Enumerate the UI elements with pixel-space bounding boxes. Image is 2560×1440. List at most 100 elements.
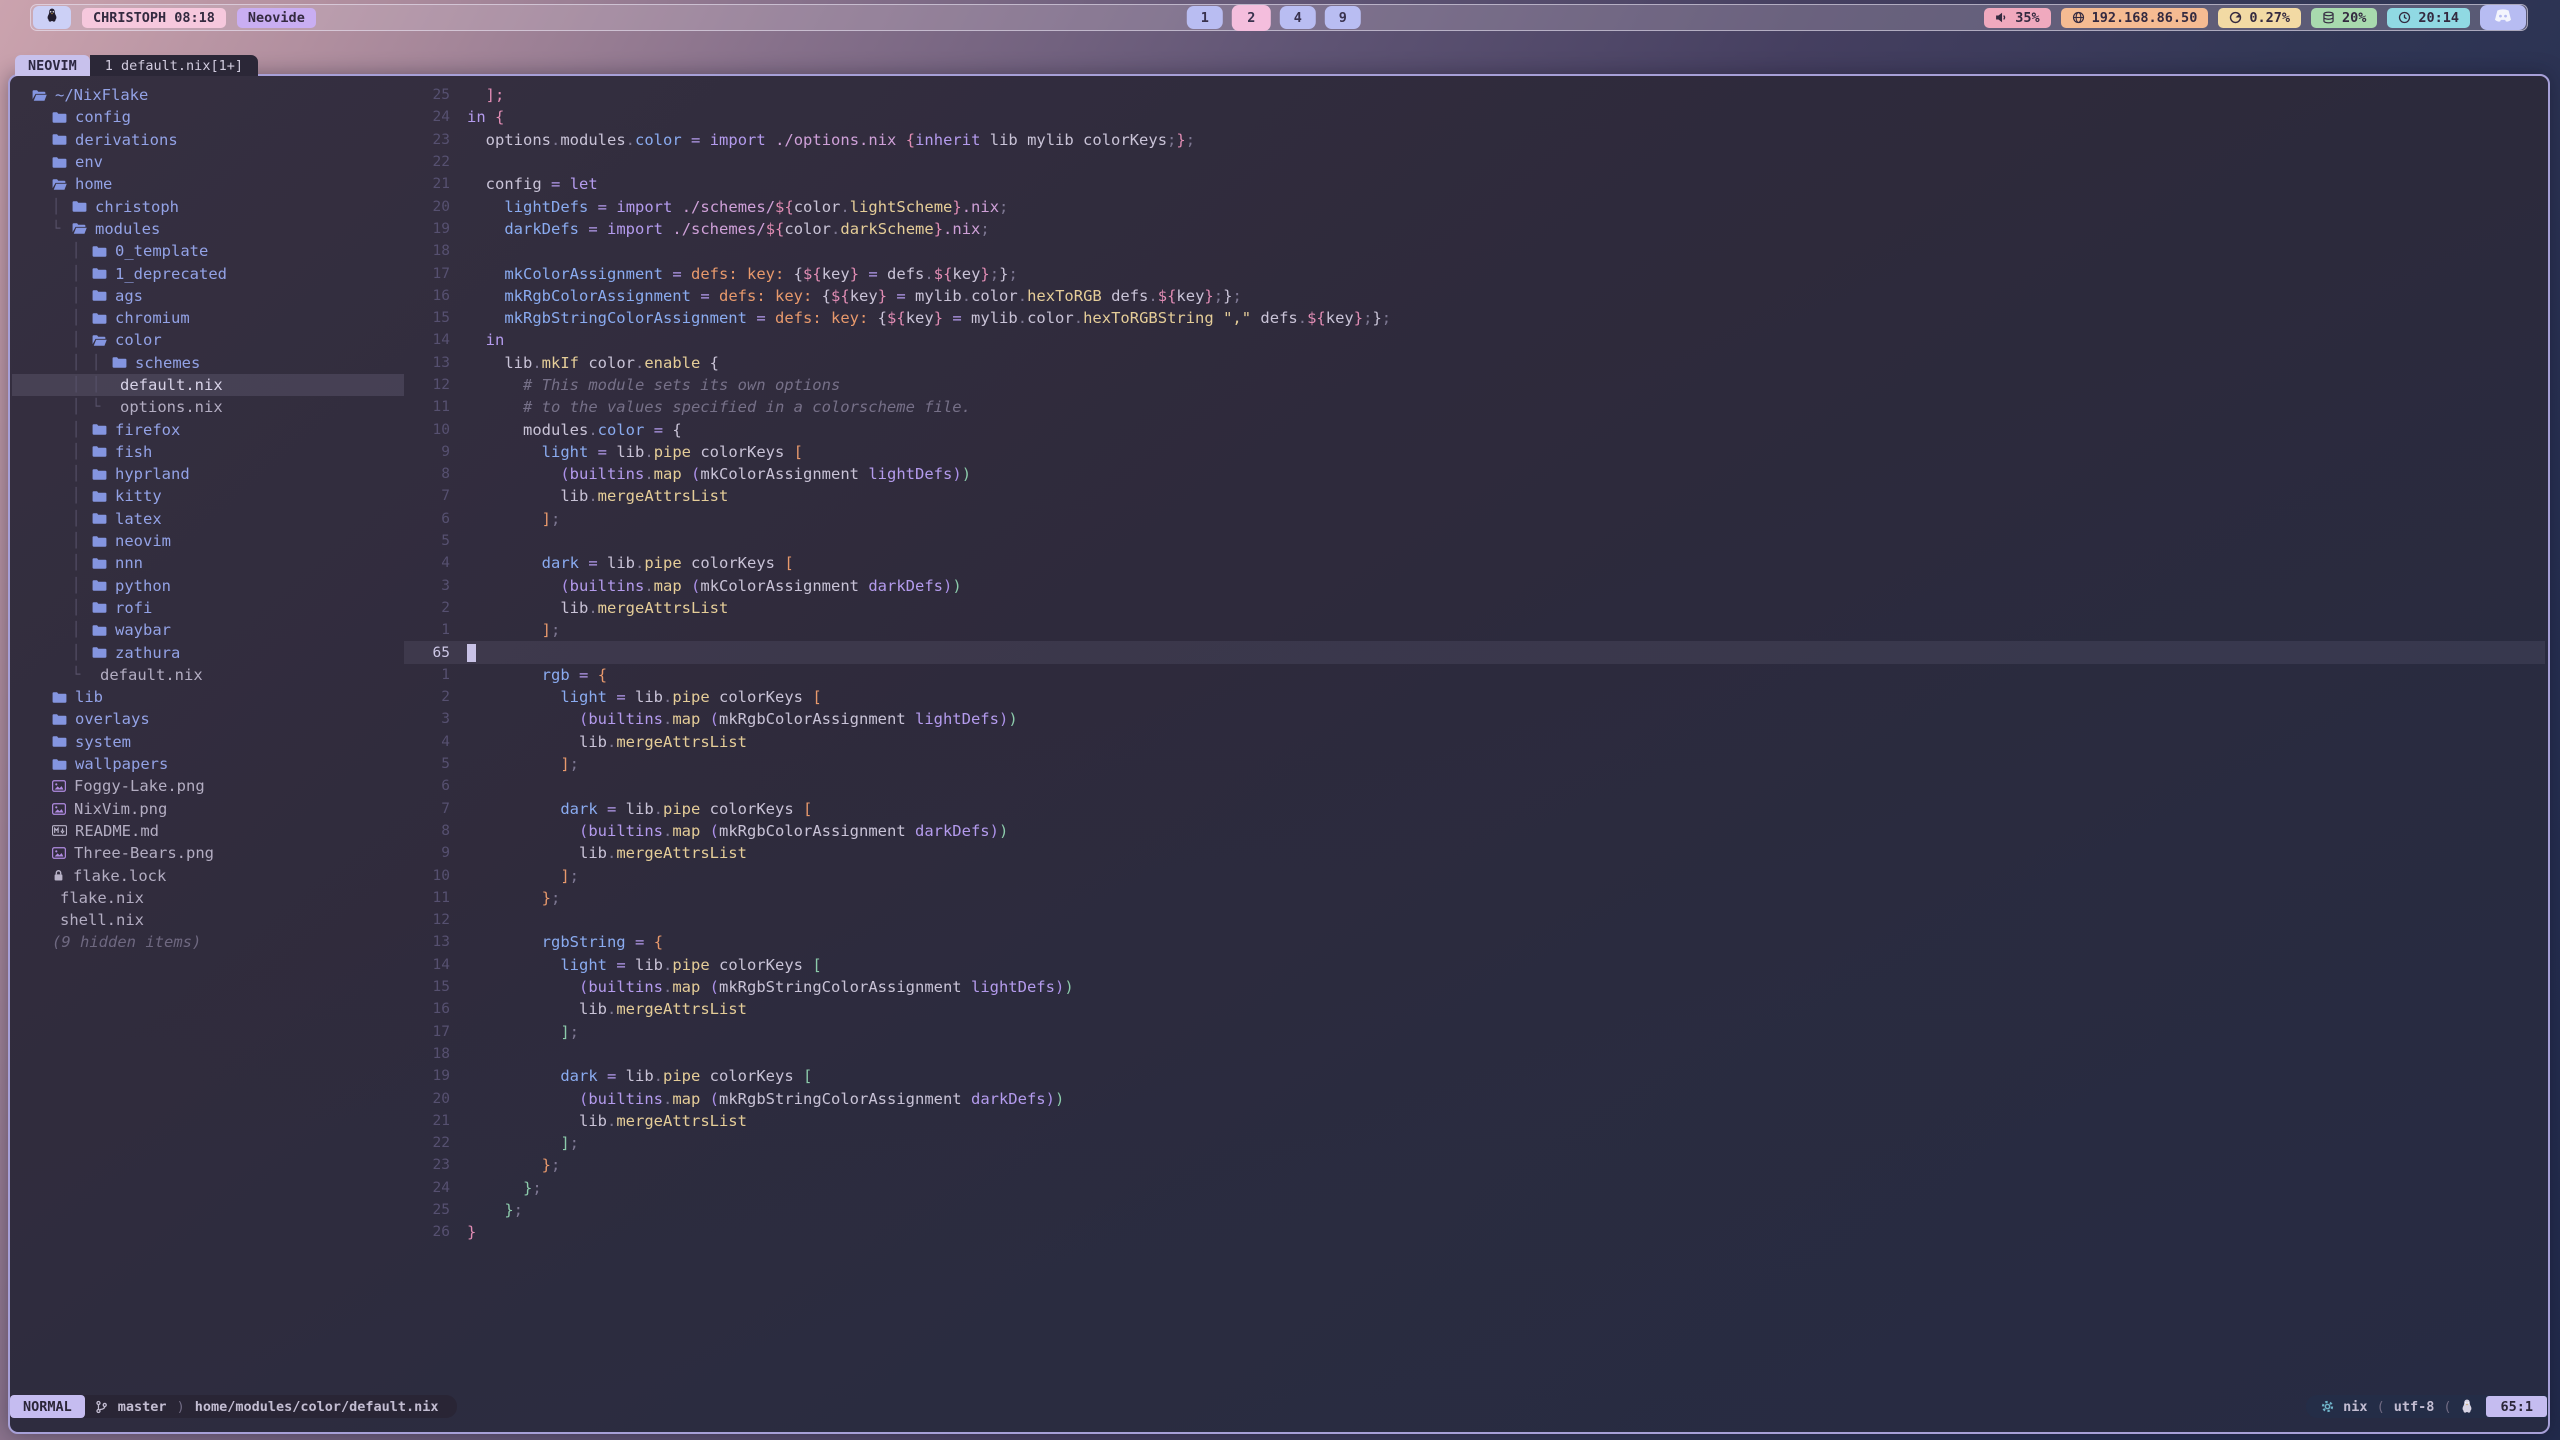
tree-item-Three-Bears.png[interactable]: Three-Bears.png [12, 842, 404, 864]
code-line[interactable]: 11 # to the values specified in a colors… [404, 396, 2545, 418]
code-line[interactable]: 1 rgb = { [404, 664, 2545, 686]
cpu-module[interactable]: 0.27% [2218, 8, 2301, 28]
tree-item-README.md[interactable]: README.md [12, 820, 404, 842]
tree-item-ags[interactable]: │ags [12, 285, 404, 307]
code-line[interactable]: 21 lib.mergeAttrsList [404, 1110, 2545, 1132]
discord-tray-button[interactable] [2480, 5, 2526, 30]
code-line[interactable]: 11 }; [404, 887, 2545, 909]
tree-item-chromium[interactable]: │chromium [12, 307, 404, 329]
tree-item-fish[interactable]: │fish [12, 441, 404, 463]
code-line[interactable]: 19 darkDefs = import ./schemes/${color.d… [404, 218, 2545, 240]
code-line[interactable]: 10 modules.color = { [404, 418, 2545, 440]
workspace-button-9[interactable]: 9 [1325, 6, 1361, 29]
tree-item-neovim[interactable]: │neovim [12, 530, 404, 552]
code-line[interactable]: 22 ]; [404, 1132, 2545, 1154]
code-line[interactable]: 18 [404, 240, 2545, 262]
code-line[interactable]: 20 (builtins.map (mkRgbStringColorAssign… [404, 1087, 2545, 1109]
tree-item-1_deprecated[interactable]: │1_deprecated [12, 262, 404, 284]
tree-item-system[interactable]: system [12, 731, 404, 753]
code-line[interactable]: 12 [404, 909, 2545, 931]
tree-item-Foggy-Lake.png[interactable]: Foggy-Lake.png [12, 775, 404, 797]
code-line[interactable]: 6 ]; [404, 508, 2545, 530]
tree-item-overlays[interactable]: overlays [12, 708, 404, 730]
code-line[interactable]: 23 }; [404, 1154, 2545, 1176]
tree-item-wallpapers[interactable]: wallpapers [12, 753, 404, 775]
volume-module[interactable]: 35% [1984, 8, 2050, 28]
code-line[interactable]: 3 (builtins.map (mkRgbColorAssignment li… [404, 708, 2545, 730]
code-line[interactable]: 24in { [404, 106, 2545, 128]
network-module[interactable]: 192.168.86.50 [2061, 8, 2209, 28]
code-line[interactable]: 18 [404, 1043, 2545, 1065]
code-line[interactable]: 13 lib.mkIf color.enable { [404, 352, 2545, 374]
tree-item-latex[interactable]: │latex [12, 508, 404, 530]
code-line[interactable]: 9 lib.mergeAttrsList [404, 842, 2545, 864]
workspace-button-4[interactable]: 4 [1280, 6, 1316, 29]
tree-item-firefox[interactable]: │firefox [12, 418, 404, 440]
tree-item-home[interactable]: home [12, 173, 404, 195]
code-line[interactable]: 1 ]; [404, 619, 2545, 641]
code-line[interactable]: 4 dark = lib.pipe colorKeys [ [404, 552, 2545, 574]
code-line[interactable]: 15 mkRgbStringColorAssignment = defs: ke… [404, 307, 2545, 329]
memory-module[interactable]: 20% [2311, 8, 2377, 28]
code-line[interactable]: 3 (builtins.map (mkColorAssignment darkD… [404, 575, 2545, 597]
code-line[interactable]: 12 # This module sets its own options [404, 374, 2545, 396]
workspace-button-1[interactable]: 1 [1187, 6, 1223, 29]
code-line[interactable]: 17 mkColorAssignment = defs: key: {${key… [404, 262, 2545, 284]
code-line[interactable]: 10 ]; [404, 864, 2545, 886]
code-line[interactable]: 7 lib.mergeAttrsList [404, 485, 2545, 507]
tree-item-NixVim.png[interactable]: NixVim.png [12, 798, 404, 820]
tree-item-nnn[interactable]: │nnn [12, 552, 404, 574]
code-line[interactable]: 5 ]; [404, 753, 2545, 775]
tree-item-schemes[interactable]: ││schemes [12, 352, 404, 374]
code-line[interactable]: 21 config = let [404, 173, 2545, 195]
code-line[interactable]: 22 [404, 151, 2545, 173]
code-line[interactable]: 25 }; [404, 1199, 2545, 1221]
code-line[interactable]: 14 light = lib.pipe colorKeys [ [404, 954, 2545, 976]
tree-item-hyprland[interactable]: │hyprland [12, 463, 404, 485]
code-line[interactable]: 7 dark = lib.pipe colorKeys [ [404, 798, 2545, 820]
tree-item-shell.nix[interactable]: shell.nix [12, 909, 404, 931]
code-line[interactable]: 25 ]; [404, 84, 2545, 106]
code-line-current[interactable]: 65 [404, 641, 2545, 663]
tree-item-derivations[interactable]: derivations [12, 129, 404, 151]
tree-item-env[interactable]: env [12, 151, 404, 173]
tree-item-flake.nix[interactable]: flake.nix [12, 887, 404, 909]
tree-item-zathura[interactable]: │zathura [12, 641, 404, 663]
tree-item-default.nix[interactable]: ││default.nix [12, 374, 404, 396]
code-line[interactable]: 20 lightDefs = import ./schemes/${color.… [404, 195, 2545, 217]
code-line[interactable]: 17 ]; [404, 1020, 2545, 1042]
code-line[interactable]: 16 mkRgbColorAssignment = defs: key: {${… [404, 285, 2545, 307]
code-line[interactable]: 23 options.modules.color = import ./opti… [404, 129, 2545, 151]
code-line[interactable]: 9 light = lib.pipe colorKeys [ [404, 441, 2545, 463]
code-line[interactable]: 26} [404, 1221, 2545, 1243]
code-line[interactable]: 13 rgbString = { [404, 931, 2545, 953]
tree-item-default.nix[interactable]: └default.nix [12, 664, 404, 686]
code-line[interactable]: 2 light = lib.pipe colorKeys [ [404, 686, 2545, 708]
code-line[interactable]: 6 [404, 775, 2545, 797]
code-line[interactable]: 8 (builtins.map (mkRgbColorAssignment da… [404, 820, 2545, 842]
tree-item-options.nix[interactable]: │└options.nix [12, 396, 404, 418]
code-line[interactable]: 19 dark = lib.pipe colorKeys [ [404, 1065, 2545, 1087]
user-clock-pill[interactable]: CHRISTOPH 08:18 [82, 8, 226, 28]
tree-item-flake.lock[interactable]: flake.lock [12, 864, 404, 886]
code-line[interactable]: 14 in [404, 329, 2545, 351]
code-line[interactable]: 5 [404, 530, 2545, 552]
launcher-button[interactable] [33, 6, 71, 29]
code-line[interactable]: 15 (builtins.map (mkRgbStringColorAssign… [404, 976, 2545, 998]
code-line[interactable]: 2 lib.mergeAttrsList [404, 597, 2545, 619]
code-line[interactable]: 24 }; [404, 1177, 2545, 1199]
tab-buffer[interactable]: 1 default.nix[1+] [90, 55, 258, 76]
active-window-pill[interactable]: Neovide [237, 8, 316, 28]
tree-item-config[interactable]: config [12, 106, 404, 128]
workspace-button-2[interactable]: 2 [1232, 5, 1271, 31]
clock-module[interactable]: 20:14 [2387, 8, 2470, 28]
code-line[interactable]: 8 (builtins.map (mkColorAssignment light… [404, 463, 2545, 485]
tree-item-color[interactable]: │color [12, 329, 404, 351]
tree-item-lib[interactable]: lib [12, 686, 404, 708]
code-line[interactable]: 16 lib.mergeAttrsList [404, 998, 2545, 1020]
tree-item-rofi[interactable]: │rofi [12, 597, 404, 619]
tree-item-waybar[interactable]: │waybar [12, 619, 404, 641]
code-editor[interactable]: 25 ];24in {23 options.modules.color = im… [404, 84, 2545, 1243]
tree-item-christoph[interactable]: │christoph [12, 195, 404, 217]
tree-item-~NixFlake[interactable]: ~/NixFlake [12, 84, 404, 106]
